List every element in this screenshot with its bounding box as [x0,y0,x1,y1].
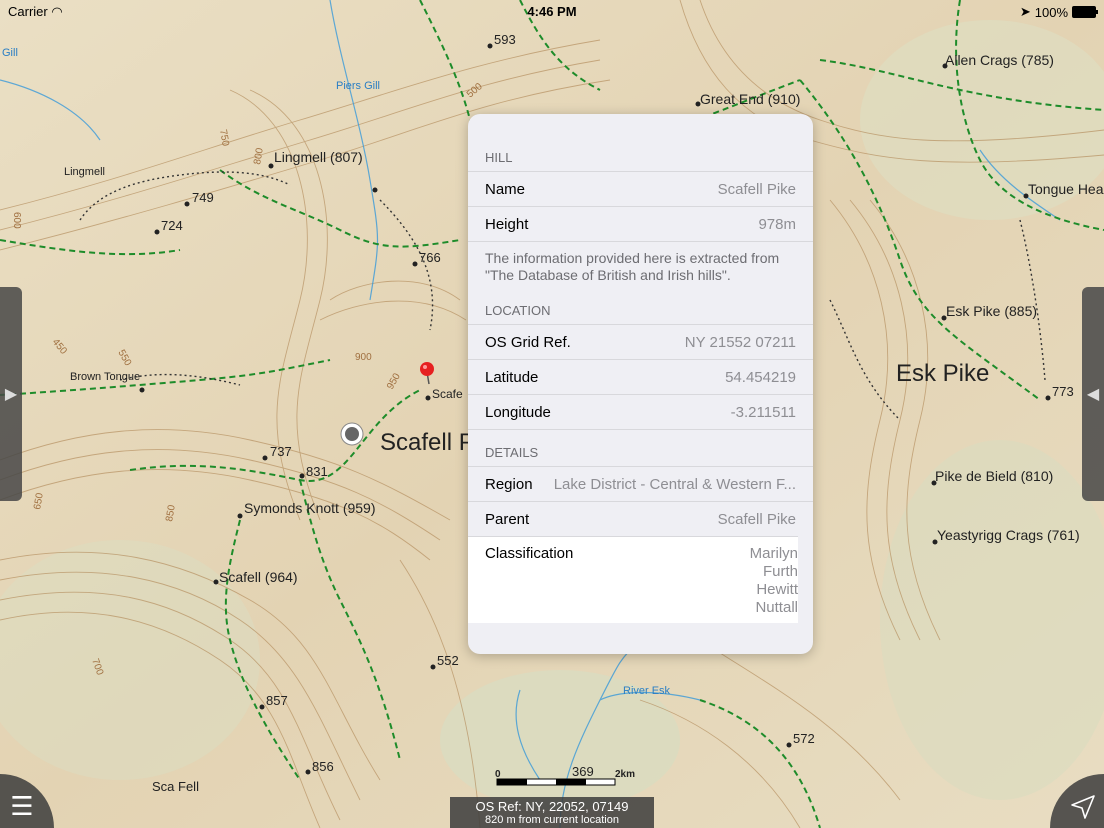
status-time: 4:46 PM [527,4,577,19]
left-panel-toggle[interactable]: ▶ [0,287,22,501]
height-value: 978m [758,215,796,233]
parent-label: Parent [485,510,530,528]
row-grid-ref[interactable]: OS Grid Ref. NY 21552 07211 [468,324,813,359]
map-label-scafell: Scafell (964) [219,569,298,585]
classification-item: Hewitt [756,581,798,598]
map-label-yeastyrigg-crags: Yeastyrigg Crags (761) [937,527,1080,543]
classification-list: Marilyn Furth Hewitt Nuttall [750,545,798,619]
scale-bar [496,778,616,786]
map-label-593: 593 [494,32,516,47]
parent-value: Scafell Pike [717,510,796,528]
map-label-gill: Gill [2,47,18,59]
database-note: The information provided here is extract… [468,241,813,294]
classification-item: Furth [762,563,798,580]
map-label-552: 552 [437,653,459,668]
map-label-brown-tongue: Brown Tongue [70,371,140,383]
scale-label-2km: 2km [615,769,635,780]
height-label: Height [485,215,529,233]
classification-item: Nuttall [755,599,798,616]
map-label-737: 737 [270,444,292,459]
map-label-369: 369 [572,764,594,779]
map-label-esk-pike: Esk Pike (885) [946,303,1037,319]
map-label-572: 572 [793,731,815,746]
name-label: Name [485,180,526,198]
map-label-724: 724 [161,218,183,233]
map-label-tongue-head: Tongue Hea [1028,181,1104,197]
row-latitude[interactable]: Latitude 54.454219 [468,359,813,394]
latitude-value: 54.454219 [725,368,796,386]
longitude-label: Longitude [485,403,551,421]
map-label-river-esk: River Esk [623,685,671,697]
row-region[interactable]: Region Lake District - Central & Western… [468,466,813,501]
map-label-scafe: Scafe [432,387,463,401]
map-label-856: 856 [312,759,334,774]
contour-label-900: 900 [355,352,372,363]
region-value: Lake District - Central & Western F... [553,475,796,493]
battery-icon [1072,6,1098,18]
grid-ref-value: NY 21552 07211 [684,333,796,351]
map-label-great-end: Great End (910) [700,91,800,107]
hill-info-popover: HILL Name Scafell Pike Height 978m The i… [468,114,813,654]
map-label-lingmell-807: Lingmell (807) [274,149,363,165]
distance-text: 820 m from current location [485,814,619,826]
map-label-scafell-pike: Scafell P [380,429,475,456]
os-ref-panel[interactable]: OS Ref: NY, 22052, 07149 820 m from curr… [450,797,654,828]
chevron-left-icon: ◀ [1086,386,1100,403]
row-classification[interactable]: Classification Marilyn Furth Hewitt Nutt… [468,536,798,623]
os-ref-text: OS Ref: NY, 22052, 07149 [475,799,629,814]
location-arrow-icon [1071,795,1095,819]
row-longitude[interactable]: Longitude -3.211511 [468,394,813,430]
map-label-piers-gill: Piers Gill [336,80,380,92]
latitude-label: Latitude [485,368,539,386]
right-panel-toggle[interactable]: ◀ [1082,287,1104,501]
map-label-857: 857 [266,693,288,708]
menu-icon: ☰ [10,790,34,821]
map-label-749: 749 [192,190,214,205]
battery-percent: 100% [1034,4,1068,20]
map-label-831: 831 [306,464,328,479]
row-name[interactable]: Name Scafell Pike [468,171,813,206]
row-parent[interactable]: Parent Scafell Pike [468,501,813,536]
classification-item: Marilyn [749,545,798,562]
map-label-allen-crags: Allen Crags (785) [945,52,1054,68]
grid-ref-label: OS Grid Ref. [485,333,571,351]
map-label-sca-fell: Sca Fell [152,779,199,794]
map-label-773: 773 [1052,384,1074,399]
longitude-value: -3.211511 [730,403,796,421]
name-value: Scafell Pike [717,180,796,198]
map-label-esk-pike-large: Esk Pike [896,360,989,387]
contour-label-600: 600 [11,212,22,229]
section-header-location: LOCATION [485,303,551,318]
scale-label-0: 0 [495,769,501,780]
classification-label: Classification [485,545,574,562]
row-height[interactable]: Height 978m [468,206,813,241]
map-label-766: 766 [419,250,441,265]
chevron-right-icon: ▶ [4,386,18,403]
region-label: Region [485,475,533,493]
status-right: ➤ 100% [1019,4,1098,20]
status-bar: Carrier ◠ 4:46 PM ➤ 100% [0,0,1104,22]
map-label-symonds-knott: Symonds Knott (959) [244,500,376,516]
location-services-icon: ➤ [1019,4,1031,19]
map-label-pike-de-bield: Pike de Bield (810) [935,468,1053,484]
section-header-details: DETAILS [485,445,539,460]
section-header-hill: HILL [485,150,513,165]
current-location-marker [340,422,364,446]
map-label-lingmell: Lingmell [64,166,105,178]
